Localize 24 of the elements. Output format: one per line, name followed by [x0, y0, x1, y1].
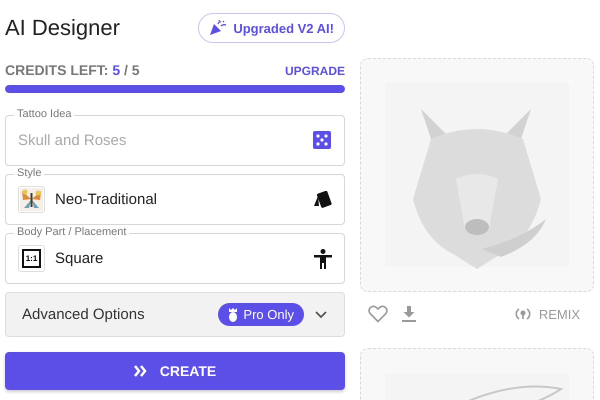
select-value: Square: [55, 250, 104, 267]
remix-button[interactable]: REMIX: [508, 305, 586, 323]
double-chevron-icon: [134, 365, 148, 377]
cards-icon[interactable]: [312, 190, 332, 208]
party-popper-icon: [209, 20, 228, 36]
remix-icon: [514, 306, 531, 322]
page-title: AI Designer: [5, 15, 120, 41]
create-button[interactable]: CREATE: [5, 352, 345, 390]
dice-icon[interactable]: [313, 131, 331, 149]
crown-icon: [228, 308, 238, 322]
upgrade-badge[interactable]: Upgraded V2 AI!: [198, 13, 345, 43]
field-label: Style: [14, 167, 44, 180]
advanced-options-label: Advanced Options: [22, 306, 146, 323]
chevron-icon[interactable]: [314, 310, 328, 320]
pro-badge: Pro Only: [218, 303, 304, 326]
download-icon[interactable]: [402, 306, 416, 322]
field-label: Body Part / Placement: [14, 226, 130, 239]
ratio-icon: 1:1: [22, 249, 41, 268]
person-icon[interactable]: [314, 248, 332, 268]
advanced-options-row[interactable]: Advanced Options Pro Only: [5, 292, 345, 337]
heart-icon[interactable]: [368, 305, 388, 323]
credits-label: CREDITS LEFT: 5 / 5: [5, 62, 140, 78]
select-value: Neo-Traditional: [55, 191, 158, 208]
upgrade-link[interactable]: UPGRADE: [284, 64, 345, 78]
